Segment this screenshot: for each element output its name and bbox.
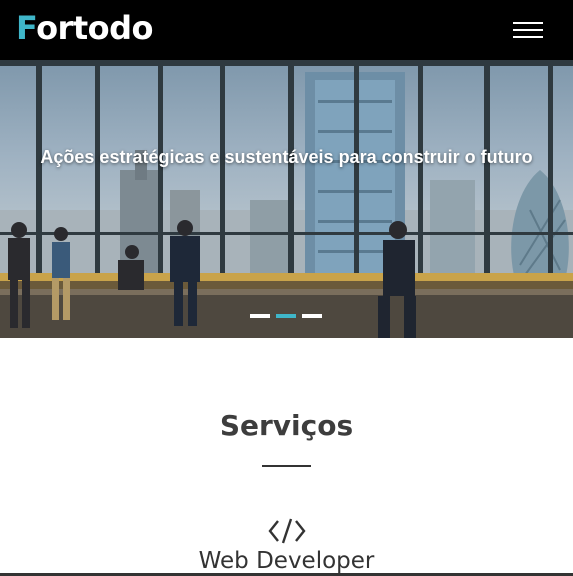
section-divider bbox=[262, 465, 311, 467]
code-icon bbox=[268, 518, 306, 544]
hero-background-image bbox=[0, 60, 573, 338]
menu-bar bbox=[513, 22, 543, 24]
menu-bar bbox=[513, 29, 543, 31]
service-label: Web Developer bbox=[198, 548, 375, 574]
hero-carousel: Ações estratégicas e sustentáveis para c… bbox=[0, 60, 573, 338]
brand-logo[interactable]: Fortodo bbox=[16, 8, 153, 48]
hamburger-menu-icon[interactable] bbox=[508, 18, 548, 42]
carousel-dot-1[interactable] bbox=[250, 314, 270, 318]
logo-initial: F bbox=[16, 9, 37, 47]
menu-bar bbox=[513, 36, 543, 38]
carousel-dot-3[interactable] bbox=[302, 314, 322, 318]
site-header: Fortodo bbox=[0, 0, 573, 60]
logo-text: ortodo bbox=[36, 9, 153, 47]
carousel-dot-2[interactable] bbox=[276, 314, 296, 318]
hero-title: Ações estratégicas e sustentáveis para c… bbox=[40, 147, 533, 167]
services-title: Serviços bbox=[219, 409, 354, 442]
